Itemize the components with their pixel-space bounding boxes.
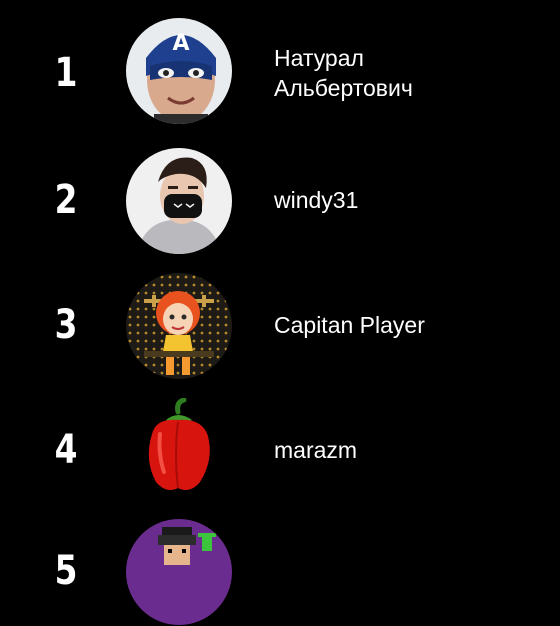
pixel-avatar-icon	[126, 519, 232, 625]
player-name: Capitan Player	[274, 312, 425, 338]
rank-number: 4	[54, 427, 78, 473]
leaderboard-row-1[interactable]: 1 A Натурал Альбертович	[0, 18, 560, 128]
leaderboard-row-3[interactable]: 3 Capitan Player	[0, 270, 560, 380]
masked-guy-avatar-icon	[126, 148, 232, 254]
cartoon-girl-avatar-icon	[126, 273, 232, 379]
rank-number: 3	[54, 302, 78, 348]
leaderboard-row-5[interactable]: 5	[0, 516, 560, 626]
leaderboard-row-4[interactable]: 4 marazm	[0, 395, 560, 505]
player-name-line-2: Альбертович	[274, 75, 413, 101]
leaderboard-row-2[interactable]: 2 windy31	[0, 145, 560, 255]
player-name: marazm	[274, 437, 358, 463]
red-pepper-avatar-icon	[126, 398, 232, 504]
rank-number: 2	[54, 177, 78, 223]
svg-text:A: A	[172, 31, 189, 56]
rank-number: 1	[54, 50, 78, 96]
captain-mask-avatar-icon: A	[126, 18, 232, 124]
rank-number: 5	[54, 548, 78, 594]
player-name: windy31	[274, 187, 359, 213]
player-name: Натурал Альбертович	[274, 43, 413, 103]
player-name-line-1: Натурал	[274, 45, 364, 71]
